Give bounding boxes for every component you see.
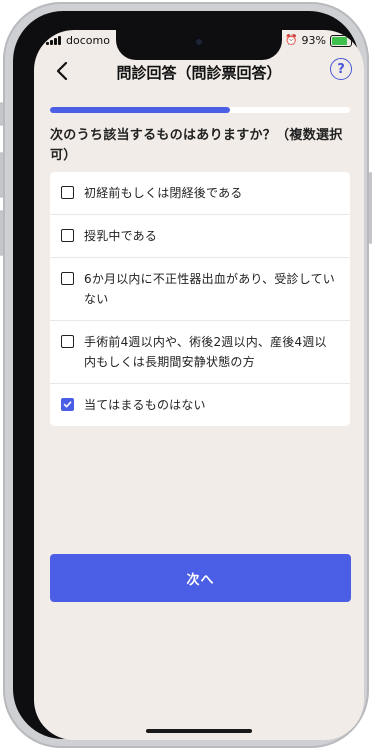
page-title: 問診回答（問診票回答） [116, 64, 282, 82]
progress-bar [50, 107, 350, 113]
option-label: 初経前もしくは閉経後である [84, 186, 243, 200]
phone-bezel: docomo 4G ⏰ 93% 問診回答（問診票回答） ? [13, 11, 364, 740]
option-item[interactable]: 6か月以内に不正性器出血があり、受診していない [50, 258, 350, 321]
next-button-label: 次へ [186, 572, 215, 588]
option-item[interactable]: 手術前4週以内や、術後2週以内、産後4週以内もしくは長期間安静状態の方 [50, 321, 350, 384]
option-label: 手術前4週以内や、術後2週以内、産後4週以内もしくは長期間安静状態の方 [84, 335, 327, 369]
check-icon [63, 401, 72, 408]
checkbox[interactable] [61, 186, 74, 199]
phone-frame: docomo 4G ⏰ 93% 問診回答（問診票回答） ? [0, 2, 372, 748]
question-circle-icon: ? [337, 61, 345, 77]
option-label: 当てはまるものはない [84, 398, 206, 412]
help-button[interactable]: ? [330, 58, 352, 80]
option-label: 6か月以内に不正性器出血があり、受診していない [84, 272, 335, 306]
alarm-icon: ⏰ [285, 35, 298, 46]
home-indicator[interactable] [146, 729, 252, 733]
chevron-left-icon [56, 61, 68, 81]
signal-icon [46, 36, 61, 45]
carrier-label: docomo [66, 34, 110, 47]
options-list: 初経前もしくは閉経後である 授乳中である 6か月以内に不正性器出血があり、受診し… [50, 172, 350, 426]
option-label: 授乳中である [84, 229, 158, 243]
checkbox[interactable] [61, 229, 74, 242]
progress-fill [50, 107, 230, 113]
question-text: 次のうち該当するものはありますか？（複数選択可） [50, 128, 343, 163]
battery-percent: 93% [301, 34, 326, 47]
option-item[interactable]: 初経前もしくは閉経後である [50, 172, 350, 215]
side-button-left-low [0, 210, 3, 256]
checkbox-checked[interactable] [61, 398, 74, 411]
status-right: ⏰ 93% [285, 34, 355, 47]
battery-icon [330, 34, 355, 47]
battery-fill [332, 36, 347, 45]
checkbox[interactable] [61, 335, 74, 348]
header: 問診回答（問診票回答） ? [34, 54, 364, 94]
side-button-left-top [0, 102, 3, 126]
option-item[interactable]: 当てはまるものはない [50, 384, 350, 426]
side-button-left-mid [0, 152, 3, 198]
checkbox[interactable] [61, 272, 74, 285]
camera-icon [194, 37, 204, 47]
screen: docomo 4G ⏰ 93% 問診回答（問診票回答） ? [34, 30, 364, 740]
option-item[interactable]: 授乳中である [50, 215, 350, 258]
next-button[interactable]: 次へ [50, 554, 351, 602]
back-button[interactable] [48, 57, 76, 85]
